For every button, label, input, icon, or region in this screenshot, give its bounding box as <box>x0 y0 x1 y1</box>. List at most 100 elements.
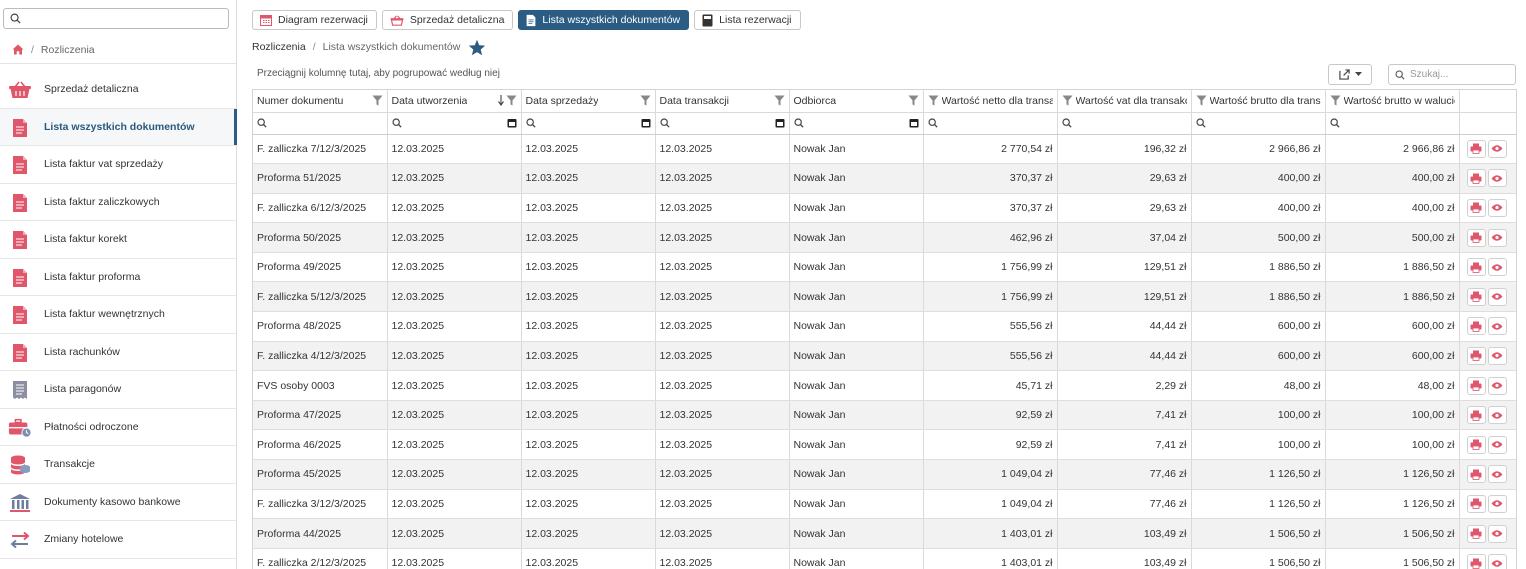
sidebar-item-11[interactable]: Transakcje <box>0 446 236 484</box>
tab-2[interactable]: Sprzedaż detaliczna <box>381 10 514 30</box>
print-button[interactable] <box>1466 406 1486 425</box>
column-header-6[interactable]: Wartość netto dla transakcji <box>923 90 1058 113</box>
column-filter-9[interactable] <box>1325 112 1460 135</box>
filter-icon[interactable] <box>640 95 651 106</box>
column-header-2[interactable]: Data utworzenia <box>387 90 522 113</box>
table-row[interactable]: FVS osoby 0003 12.03.2025 12.03.2025 12.03.… <box>253 370 1516 401</box>
calendar-filter-icon[interactable] <box>641 118 651 128</box>
preview-button[interactable] <box>1487 287 1507 306</box>
table-row[interactable]: Proforma 45/2025 12.03.2025 12.03.2025 12.0… <box>253 459 1516 490</box>
filter-icon[interactable] <box>1330 95 1341 106</box>
table-row[interactable]: Proforma 49/2025 12.03.2025 12.03.2025 12.0… <box>253 252 1516 283</box>
tab-3[interactable]: Lista wszystkich dokumentów <box>518 10 690 30</box>
preview-button[interactable] <box>1487 198 1507 217</box>
column-filter-2[interactable] <box>387 112 522 135</box>
preview-button[interactable] <box>1487 494 1507 513</box>
sidebar-search-input[interactable] <box>3 8 229 29</box>
preview-button[interactable] <box>1487 554 1507 569</box>
print-button[interactable] <box>1466 435 1486 454</box>
filter-icon[interactable] <box>1196 95 1207 106</box>
sort-desc-icon[interactable] <box>497 95 504 107</box>
preview-button[interactable] <box>1487 406 1507 425</box>
column-filter-5[interactable] <box>789 112 924 135</box>
table-row[interactable]: Proforma 47/2025 12.03.2025 12.03.2025 12.0… <box>253 400 1516 431</box>
column-header-4[interactable]: Data transakcji <box>655 90 790 113</box>
table-row[interactable]: F. zalliczka 3/12/3/2025 12.03.2025 12.03.… <box>253 489 1516 520</box>
sidebar-breadcrumb-current[interactable]: Rozliczenia <box>41 44 95 56</box>
preview-button[interactable] <box>1487 228 1507 247</box>
favorite-star-icon[interactable] <box>468 39 486 56</box>
grid-search-input[interactable]: Szukaj... <box>1388 64 1516 85</box>
print-button[interactable] <box>1466 169 1486 188</box>
column-filter-6[interactable] <box>923 112 1058 135</box>
column-filter-8[interactable] <box>1191 112 1326 135</box>
table-row[interactable]: F. zalliczka 2/12/3/2025 12.03.2025 12.03.… <box>253 548 1516 569</box>
column-header-1[interactable]: Numer dokumentu <box>253 90 388 113</box>
sidebar-item-5[interactable]: Lista faktur korekt <box>0 221 236 259</box>
table-row[interactable]: Proforma 44/2025 12.03.2025 12.03.2025 12.0… <box>253 518 1516 549</box>
table-row[interactable]: Proforma 51/2025 12.03.2025 12.03.2025 12.0… <box>253 163 1516 194</box>
print-button[interactable] <box>1466 554 1486 569</box>
filter-icon[interactable] <box>506 95 517 106</box>
calendar-filter-icon[interactable] <box>775 118 785 128</box>
sidebar-item-7[interactable]: Lista faktur wewnętrznych <box>0 296 236 334</box>
preview-button[interactable] <box>1487 317 1507 336</box>
print-button[interactable] <box>1466 258 1486 277</box>
preview-button[interactable] <box>1487 346 1507 365</box>
print-button[interactable] <box>1466 465 1486 484</box>
tab-4[interactable]: Lista rezerwacji <box>694 10 801 30</box>
print-button[interactable] <box>1466 524 1486 543</box>
filter-icon[interactable] <box>372 95 383 106</box>
sidebar-item-9[interactable]: Lista paragonów <box>0 371 236 409</box>
column-header-7[interactable]: Wartość vat dla transakcji <box>1057 90 1192 113</box>
filter-icon[interactable] <box>928 95 939 106</box>
table-row[interactable]: F. zalliczka 4/12/3/2025 12.03.2025 12.03.… <box>253 341 1516 372</box>
preview-button[interactable] <box>1487 258 1507 277</box>
filter-icon[interactable] <box>1062 95 1073 106</box>
sidebar-item-6[interactable]: Lista faktur proforma <box>0 259 236 296</box>
print-button[interactable] <box>1466 139 1486 158</box>
sidebar-item-12[interactable]: Dokumenty kasowo bankowe <box>0 484 236 521</box>
preview-button[interactable] <box>1487 524 1507 543</box>
table-row[interactable]: F. zalliczka 6/12/3/2025 12.03.2025 12.03.… <box>253 193 1516 224</box>
table-row[interactable]: Proforma 48/2025 12.03.2025 12.03.2025 12.0… <box>253 311 1516 342</box>
sidebar-item-3[interactable]: Lista faktur vat sprzedaży <box>0 146 236 184</box>
sidebar-item-2[interactable]: Lista wszystkich dokumentów <box>0 108 237 146</box>
column-header-5[interactable]: Odbiorca <box>789 90 924 113</box>
preview-button[interactable] <box>1487 139 1507 158</box>
preview-button[interactable] <box>1487 169 1507 188</box>
sidebar-item-8[interactable]: Lista rachunków <box>0 334 236 371</box>
calendar-filter-icon[interactable] <box>909 118 919 128</box>
print-button[interactable] <box>1466 346 1486 365</box>
column-filter-1[interactable] <box>253 112 388 135</box>
preview-button[interactable] <box>1487 435 1507 454</box>
sidebar-item-4[interactable]: Lista faktur zaliczkowych <box>0 184 236 221</box>
print-button[interactable] <box>1466 376 1486 395</box>
preview-button[interactable] <box>1487 465 1507 484</box>
table-row[interactable]: Proforma 46/2025 12.03.2025 12.03.2025 12.0… <box>253 429 1516 461</box>
filter-icon[interactable] <box>774 95 785 106</box>
print-button[interactable] <box>1466 228 1486 247</box>
sidebar-item-13[interactable]: Zmiany hotelowe <box>0 521 236 559</box>
column-filter-4[interactable] <box>655 112 790 135</box>
print-button[interactable] <box>1466 317 1486 336</box>
calendar-filter-icon[interactable] <box>507 118 517 128</box>
sidebar-item-1[interactable]: Sprzedaż detaliczna <box>0 71 236 109</box>
table-row[interactable]: F. zalliczka 5/12/3/2025 12.03.2025 12.03.… <box>253 281 1516 313</box>
column-header-3[interactable]: Data sprzedaży <box>521 90 656 113</box>
preview-button[interactable] <box>1487 376 1507 395</box>
filter-icon[interactable] <box>908 95 919 106</box>
column-filter-7[interactable] <box>1057 112 1192 135</box>
table-row[interactable]: Proforma 50/2025 12.03.2025 12.03.2025 12.0… <box>253 222 1516 253</box>
print-button[interactable] <box>1466 494 1486 513</box>
print-button[interactable] <box>1466 287 1486 306</box>
table-row[interactable]: F. zalliczka 7/12/3/2025 12.03.2025 12.03.… <box>253 134 1516 165</box>
export-button[interactable] <box>1328 64 1372 85</box>
breadcrumb-root[interactable]: Rozliczenia <box>252 41 306 53</box>
print-button[interactable] <box>1466 198 1486 217</box>
home-icon[interactable] <box>12 44 24 55</box>
column-header-8[interactable]: Wartość brutto dla transakcji <box>1191 90 1326 113</box>
tab-1[interactable]: Diagram rezerwacji <box>252 10 377 30</box>
column-filter-3[interactable] <box>521 112 656 135</box>
column-header-9[interactable]: Wartość brutto w walucie <box>1325 90 1460 113</box>
